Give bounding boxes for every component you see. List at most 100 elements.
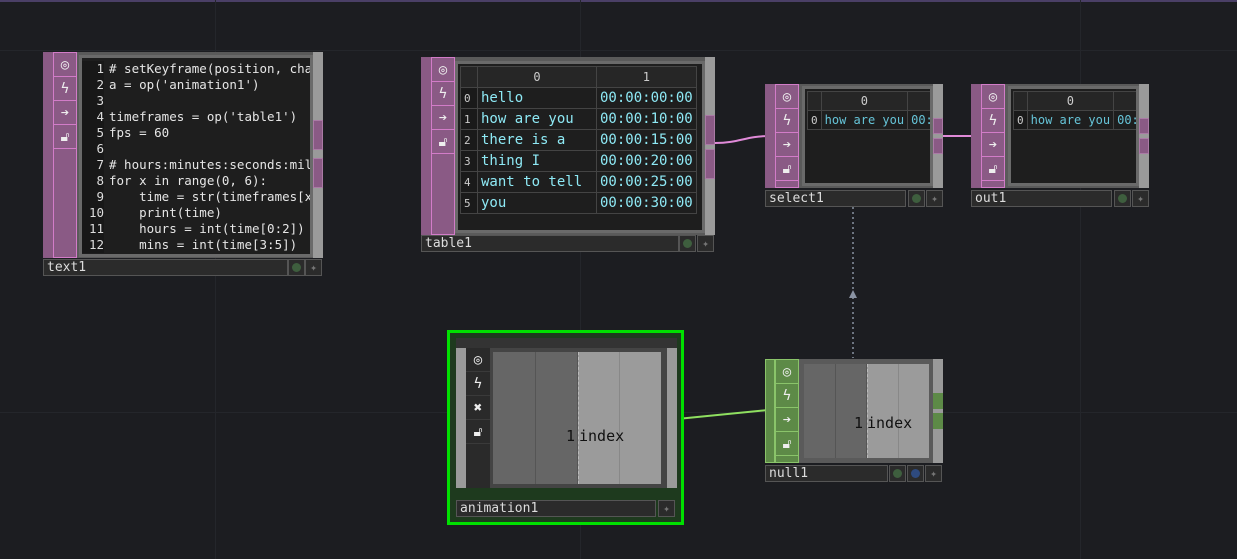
code-text: mins = int(time[3:5]) [109, 237, 298, 252]
close-icon[interactable]: ✖ [466, 396, 490, 420]
cell[interactable]: 00:00:30:00 [596, 192, 697, 214]
cell[interactable]: 00:00:15:00 [596, 129, 697, 151]
table-viewer[interactable]: 0 0how are you00:0 [1008, 86, 1139, 186]
cell[interactable]: 00:0 [907, 110, 930, 130]
node-null1[interactable]: ◎ ϟ ➔ 🔓︎ 1 index [765, 359, 943, 463]
cell[interactable]: thing I [477, 150, 597, 172]
cell[interactable]: how are you [1026, 110, 1115, 130]
input-strip[interactable] [765, 359, 775, 463]
viewer-toggle[interactable] [288, 259, 305, 276]
viewer-toggle[interactable] [1114, 190, 1131, 207]
output-connector[interactable] [1139, 118, 1149, 134]
viewer-icon[interactable]: ◎ [432, 58, 454, 82]
viewer-icon[interactable]: ◎ [54, 53, 76, 77]
bypass-icon[interactable]: ϟ [776, 384, 798, 408]
display-arrow-icon[interactable]: ➔ [982, 133, 1004, 157]
lock-icon[interactable]: 🔓︎ [466, 420, 490, 444]
cell[interactable]: 00:00:10:00 [596, 108, 697, 130]
expand-icon[interactable]: ✦ [658, 500, 675, 517]
text-viewer[interactable]: 1 # setKeyframe(position, chan 2 a = op('an… [79, 55, 313, 257]
lock-icon[interactable]: 🔓︎ [776, 432, 798, 456]
input-connector[interactable] [456, 395, 466, 415]
expand-icon[interactable]: ✦ [925, 465, 942, 482]
cell[interactable]: 00:00:00:00 [596, 87, 697, 109]
cell[interactable]: there is a [477, 129, 597, 151]
bypass-icon[interactable]: ϟ [982, 109, 1004, 133]
channel-viewer[interactable] [493, 352, 661, 484]
output-connector[interactable] [313, 158, 323, 188]
node-animation1[interactable]: ◎ ϟ ✖ 🔓︎ 1 index [456, 338, 677, 488]
lock-icon[interactable]: 🔓︎ [54, 125, 76, 149]
expand-icon[interactable]: ✦ [926, 190, 943, 207]
viewer-toggle[interactable] [889, 465, 906, 482]
viewer-icon[interactable]: ◎ [776, 360, 798, 384]
table-viewer[interactable]: 0 0how are you00:0 [802, 86, 933, 186]
table-row[interactable]: 5 you 00:00:30:00 [460, 192, 697, 214]
viewer-toggle[interactable] [679, 235, 696, 252]
output-connector[interactable] [667, 421, 677, 441]
viewer-toggle[interactable] [908, 190, 925, 207]
output-connector[interactable] [933, 393, 943, 409]
input-strip[interactable] [765, 84, 775, 188]
input-strip[interactable] [456, 348, 466, 488]
display-arrow-icon[interactable]: ➔ [54, 101, 76, 125]
cell[interactable]: how are you [820, 110, 909, 130]
output-connector[interactable] [1139, 138, 1149, 154]
cell[interactable]: 00:0 [1113, 110, 1136, 130]
node-name-select1[interactable]: select1 [765, 190, 906, 207]
output-connector[interactable] [313, 120, 323, 150]
output-connector[interactable] [705, 115, 715, 145]
input-strip[interactable] [43, 52, 53, 258]
node-select1[interactable]: ◎ ϟ ➔ 🔓︎ 0 0how are you00:0 [765, 84, 943, 188]
node-out1[interactable]: ◎ ϟ ➔ 🔓︎ 0 0how are you00:0 [971, 84, 1149, 188]
expand-icon[interactable]: ✦ [305, 259, 322, 276]
cell[interactable]: you [477, 192, 597, 214]
table-row[interactable]: 1 how are you 00:00:10:00 [460, 108, 697, 130]
viewer-icon[interactable]: ◎ [466, 348, 490, 372]
node-name-text1[interactable]: text1 [43, 259, 288, 276]
viewer-icon[interactable]: ◎ [982, 85, 1004, 109]
node-name-null1[interactable]: null1 [765, 465, 888, 482]
input-connector[interactable] [456, 421, 466, 441]
node-text1[interactable]: ◎ ϟ ➔ 🔓︎ 1 # setKeyframe(position, chan 2 a… [43, 52, 323, 258]
cell[interactable]: 00:00:20:00 [596, 150, 697, 172]
display-arrow-icon[interactable]: ➔ [776, 408, 798, 432]
lock-icon[interactable]: 🔓︎ [982, 157, 1004, 181]
cell[interactable]: 00:00:25:00 [596, 171, 697, 193]
output-connector[interactable] [933, 138, 943, 154]
output-connector[interactable] [705, 149, 715, 179]
bypass-icon[interactable]: ϟ [432, 82, 454, 106]
table-row[interactable]: 0how are you00:0 [807, 110, 930, 130]
table-row[interactable]: 3 thing I 00:00:20:00 [460, 150, 697, 172]
output-connector[interactable] [933, 118, 943, 134]
code-line: 7 # hours:minutes:seconds:mill [82, 157, 310, 173]
cell[interactable]: want to tell [477, 171, 597, 193]
input-strip[interactable] [971, 84, 981, 188]
bypass-icon[interactable]: ϟ [776, 109, 798, 133]
cell[interactable]: how are you [477, 108, 597, 130]
viewer-icon[interactable]: ◎ [776, 85, 798, 109]
node-name-out1[interactable]: out1 [971, 190, 1112, 207]
node-name-animation1[interactable]: animation1 [456, 500, 656, 517]
table-row[interactable]: 0 hello 00:00:00:00 [460, 87, 697, 109]
lock-icon[interactable]: 🔓︎ [776, 157, 798, 181]
expand-icon[interactable]: ✦ [697, 235, 714, 252]
bypass-icon[interactable]: ϟ [466, 372, 490, 396]
output-connector[interactable] [667, 395, 677, 415]
bypass-icon[interactable]: ϟ [54, 77, 76, 101]
display-arrow-icon[interactable]: ➔ [776, 133, 798, 157]
cell[interactable]: hello [477, 87, 597, 109]
lock-icon[interactable]: 🔓︎ [432, 130, 454, 154]
table-viewer[interactable]: 01 0 hello 00:00:00:00 1 how are you 00:00:10… [455, 61, 705, 233]
node-name-table1[interactable]: table1 [421, 235, 679, 252]
expand-icon[interactable]: ✦ [1132, 190, 1149, 207]
input-strip[interactable] [421, 57, 431, 235]
table-row[interactable]: 2 there is a 00:00:15:00 [460, 129, 697, 151]
display-arrow-icon[interactable]: ➔ [432, 106, 454, 130]
node-table1[interactable]: ◎ ϟ ➔ 🔓︎ 01 0 hello 00:00:00:00 1 how are yo… [421, 57, 715, 235]
table-row[interactable]: 4 want to tell 00:00:25:00 [460, 171, 697, 193]
table-row[interactable]: 0how are you00:0 [1013, 110, 1136, 130]
output-connector[interactable] [933, 413, 943, 429]
export-toggle[interactable] [907, 465, 924, 482]
channel-viewer[interactable] [804, 364, 929, 458]
